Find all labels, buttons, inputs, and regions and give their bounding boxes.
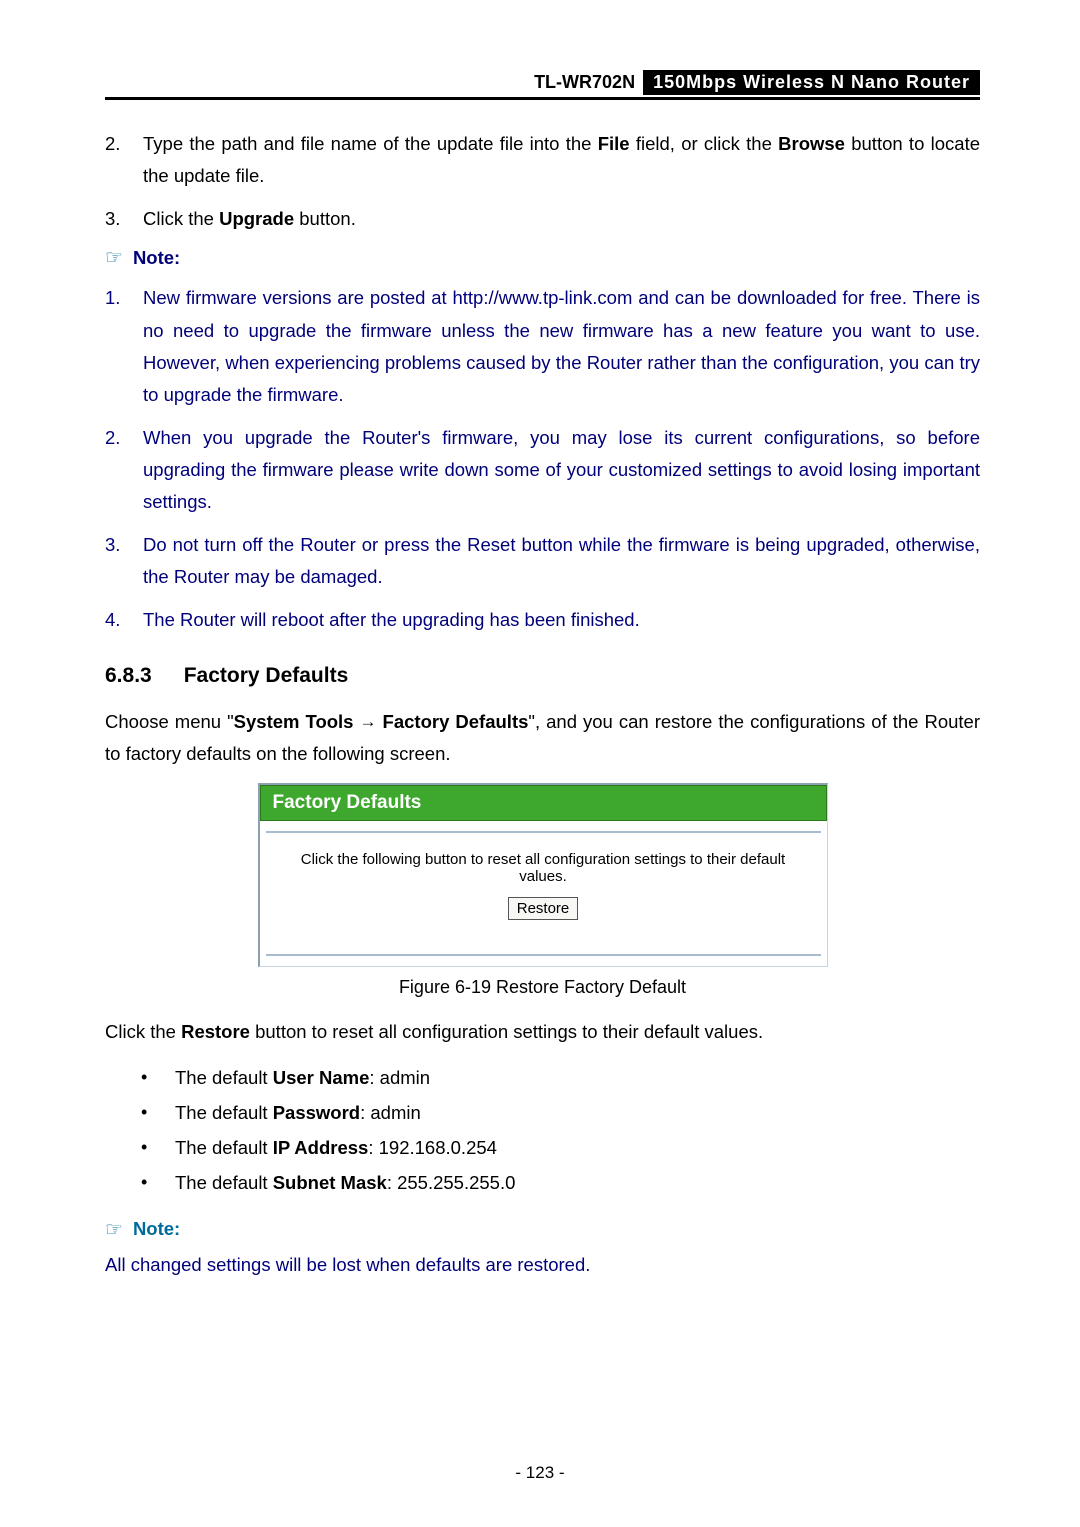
list-item: 2. When you upgrade the Router's firmwar… [105,422,980,519]
text: : admin [360,1102,421,1123]
factory-defaults-panel: Factory Defaults Click the following but… [258,783,828,967]
text: Click the [143,208,219,229]
list-marker: 3. [105,203,143,235]
list-text: The Router will reboot after the upgradi… [143,604,980,636]
restore-button[interactable]: Restore [508,897,579,920]
bold-text: Factory Defaults [383,711,529,732]
text: Click the [105,1021,181,1042]
bold-text: User Name [273,1067,370,1088]
list-item: The default IP Address: 192.168.0.254 [141,1130,980,1165]
list-text: The default Subnet Mask: 255.255.255.0 [175,1165,515,1200]
section-number: 6.8.3 [105,664,152,688]
section-heading: 6.8.3 Factory Defaults [105,664,980,688]
list-item: The default User Name: admin [141,1060,980,1095]
header-rule [105,97,980,100]
panel-body: Click the following button to reset all … [260,843,827,944]
page-header: TL-WR702N 150Mbps Wireless N Nano Router [105,70,980,95]
list-item: 3. Click the Upgrade button. [105,203,980,235]
list-item: 1. New firmware versions are posted at h… [105,282,980,412]
panel-body-text: Click the following button to reset all … [280,851,807,885]
text: : 255.255.255.0 [387,1172,516,1193]
note-heading: ☞ Note: [105,245,980,270]
header-description: 150Mbps Wireless N Nano Router [643,70,980,95]
list-text: When you upgrade the Router's firmware, … [143,422,980,519]
list-text: Type the path and file name of the updat… [143,128,980,193]
list-marker: 2. [105,128,143,193]
upgrade-steps: 2. Type the path and file name of the up… [105,128,980,235]
list-item: 4. The Router will reboot after the upgr… [105,604,980,636]
note-label: Note: [133,247,180,269]
defaults-list: The default User Name: admin The default… [141,1060,980,1201]
text: The default [175,1067,273,1088]
note-heading: ☞ Note: [105,1217,980,1242]
text: : admin [369,1067,430,1088]
list-marker: 1. [105,282,143,412]
panel-separator [266,831,821,833]
list-marker: 4. [105,604,143,636]
list-item: 3. Do not turn off the Router or press t… [105,529,980,594]
page: TL-WR702N 150Mbps Wireless N Nano Router… [0,0,1080,1276]
panel-separator [266,954,821,956]
panel-title: Factory Defaults [260,785,827,821]
bold-text: File [598,133,630,154]
page-number: - 123 - [0,1463,1080,1483]
list-marker: 3. [105,529,143,594]
bold-text: Upgrade [219,208,294,229]
list-text: Do not turn off the Router or press the … [143,529,980,594]
list-item: The default Subnet Mask: 255.255.255.0 [141,1165,980,1200]
bold-text: Password [273,1102,360,1123]
text: : 192.168.0.254 [368,1137,497,1158]
figure-caption: Figure 6-19 Restore Factory Default [105,977,980,998]
pointing-hand-icon: ☞ [105,1217,123,1242]
list-item: 2. Type the path and file name of the up… [105,128,980,193]
text: button to reset all configuration settin… [250,1021,763,1042]
figure-wrap: Factory Defaults Click the following but… [105,783,980,967]
section-title: Factory Defaults [184,664,349,688]
bold-text: IP Address [273,1137,369,1158]
list-text: The default IP Address: 192.168.0.254 [175,1130,497,1165]
bold-text: Subnet Mask [273,1172,387,1193]
list-item: The default Password: admin [141,1095,980,1130]
note-label: Note: [133,1218,180,1240]
list-text: The default Password: admin [175,1095,421,1130]
footnote-text: All changed settings will be lost when d… [105,1254,980,1276]
pointing-hand-icon: ☞ [105,245,123,270]
text: The default [175,1102,273,1123]
list-text: The default User Name: admin [175,1060,430,1095]
bold-text: Browse [778,133,845,154]
section-intro: Choose menu "System Tools → Factory Defa… [105,706,980,771]
text: field, or click the [636,133,778,154]
bold-text: System Tools [234,711,354,732]
header-model: TL-WR702N [526,70,643,95]
list-text: New firmware versions are posted at http… [143,282,980,412]
text: Type the path and file name of the updat… [143,133,598,154]
list-text: Click the Upgrade button. [143,203,980,235]
bold-text: Restore [181,1021,250,1042]
text: The default [175,1172,273,1193]
text: Choose menu " [105,711,234,732]
arrow-icon: → [360,707,377,737]
list-marker: 2. [105,422,143,519]
text: The default [175,1137,273,1158]
restore-paragraph: Click the Restore button to reset all co… [105,1016,980,1048]
note-list: 1. New firmware versions are posted at h… [105,282,980,636]
text: button. [299,208,356,229]
